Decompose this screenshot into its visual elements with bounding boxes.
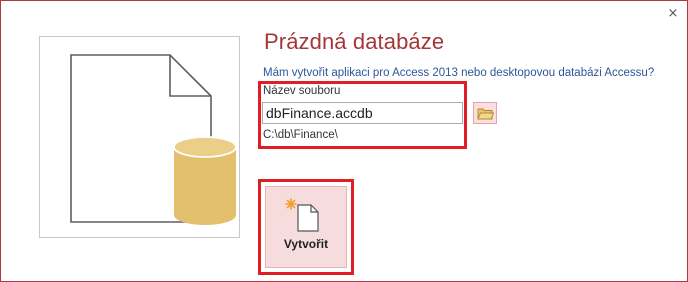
filename-label: Název souboru: [263, 85, 341, 97]
close-icon: ×: [667, 6, 679, 21]
create-button-label: Vytvořit: [283, 237, 329, 251]
database-preview: [39, 36, 240, 238]
browse-folder-button[interactable]: [473, 102, 497, 124]
dialog-title: Prázdná databáze: [264, 29, 445, 54]
blank-database-dialog: × Prázdná databáze Mám vytvořit aplikaci…: [0, 0, 688, 282]
app-type-question-link[interactable]: Mám vytvořit aplikaci pro Access 2013 ne…: [263, 67, 654, 79]
folder-icon: [477, 108, 494, 120]
create-button[interactable]: Vytvořit: [265, 186, 347, 268]
blank-database-illustration: [70, 54, 237, 225]
new-document-icon: [285, 198, 319, 232]
file-path: C:\db\Finance\: [263, 129, 338, 141]
filename-input[interactable]: [262, 102, 463, 124]
close-button[interactable]: ×: [661, 3, 685, 25]
